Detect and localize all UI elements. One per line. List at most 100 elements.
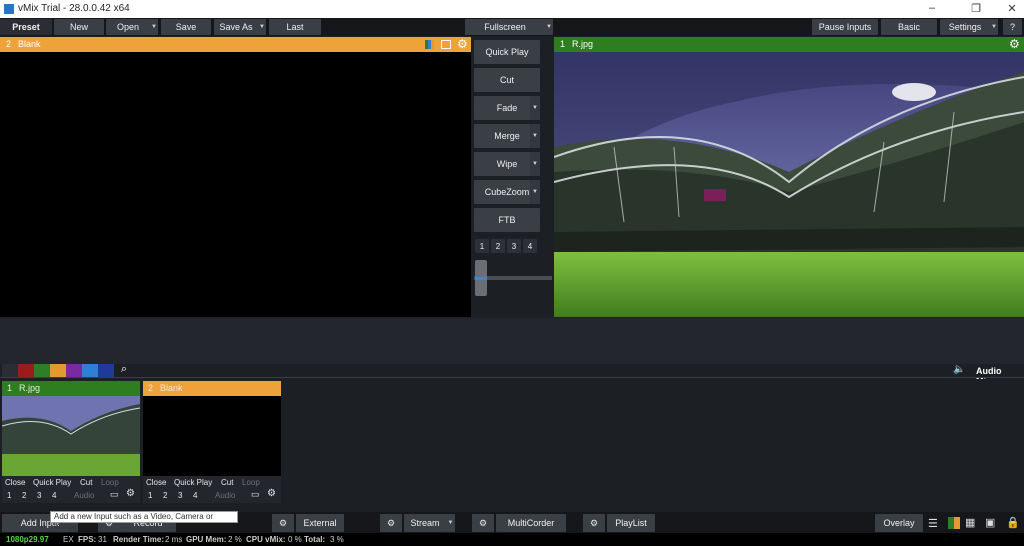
new-button[interactable]: New [54, 19, 104, 35]
cubezoom-dropdown-arrow[interactable]: ▼ [530, 180, 540, 204]
save-as-button[interactable]: Save As [214, 19, 258, 35]
speaker-icon[interactable]: 🔈 [953, 364, 965, 375]
input-2-monitor-icon[interactable]: ▭ [251, 489, 260, 500]
stream-dropdown-arrow[interactable]: ▼ [446, 514, 455, 532]
quick-play-button[interactable]: Quick Play [474, 40, 540, 64]
input-2-cut-button[interactable]: Cut [221, 478, 233, 487]
program-input-name: R.jpg [572, 39, 594, 49]
settings-dropdown-arrow[interactable]: ▼ [990, 19, 998, 35]
preview-input-name: Blank [18, 39, 41, 49]
multiview-layout-icon[interactable]: ▦ [965, 516, 975, 529]
input-1-quick-play-button[interactable]: Quick Play [33, 478, 71, 487]
input-1-overlay-2-button[interactable]: 2 [22, 491, 26, 500]
gpu-mem-value: 2 % [228, 535, 242, 544]
input-card-2[interactable]: 2 Blank Close Quick Play Cut Loop 1 2 3 … [143, 381, 281, 503]
maximize-button[interactable]: ❐ [966, 2, 986, 15]
color-filter-orange[interactable] [50, 364, 66, 377]
input-1-loop-button[interactable]: Loop [101, 478, 119, 487]
render-time-label: Render Time: [113, 535, 164, 544]
cpu-vmix-value: 0 % [288, 535, 302, 544]
snapshot-icon[interactable]: ▣ [985, 516, 995, 529]
menu-list-icon[interactable]: ☰ [928, 517, 938, 530]
color-filter-blue[interactable] [82, 364, 98, 377]
ftb-button[interactable]: FTB [474, 208, 540, 232]
input-1-close-button[interactable]: Close [5, 478, 25, 487]
fade-dropdown-arrow[interactable]: ▼ [530, 96, 540, 120]
stream-settings-gear-icon[interactable]: ⚙ [380, 514, 402, 532]
input-2-thumbnail[interactable] [143, 396, 281, 476]
input-2-settings-gear-icon[interactable]: ⚙ [267, 488, 276, 499]
playlist-settings-gear-icon[interactable]: ⚙ [583, 514, 605, 532]
input-1-name: R.jpg [19, 383, 41, 393]
merge-dropdown-arrow[interactable]: ▼ [530, 124, 540, 148]
help-button[interactable]: ? [1003, 19, 1022, 35]
input-2-quick-play-button[interactable]: Quick Play [174, 478, 212, 487]
input-2-loop-button[interactable]: Loop [242, 478, 260, 487]
preset-button[interactable]: Preset [0, 19, 52, 35]
close-button[interactable]: ✕ [1002, 2, 1022, 15]
input-1-settings-gear-icon[interactable]: ⚙ [126, 488, 135, 499]
color-filter-navy[interactable] [98, 364, 114, 377]
grid-icon[interactable] [441, 40, 451, 49]
transition-4-button[interactable]: 4 [523, 239, 537, 253]
input-1-overlay-4-button[interactable]: 4 [52, 491, 56, 500]
stream-button[interactable]: Stream [404, 514, 446, 532]
minimize-button[interactable]: – [922, 2, 942, 14]
lock-icon[interactable]: 🔒 [1006, 516, 1020, 529]
save-button[interactable]: Save [161, 19, 211, 35]
basic-button[interactable]: Basic [881, 19, 937, 35]
fullscreen-dropdown-arrow[interactable]: ▼ [545, 19, 553, 35]
input-1-thumbnail[interactable] [2, 396, 140, 476]
layers-icon[interactable] [425, 40, 434, 49]
search-icon[interactable]: ⌕ [117, 363, 131, 377]
cut-button[interactable]: Cut [474, 68, 540, 92]
preview-header: 2 Blank ⚙ [0, 37, 471, 52]
transition-2-button[interactable]: 2 [491, 239, 505, 253]
transition-3-button[interactable]: 3 [507, 239, 521, 253]
input-2-overlay-1-button[interactable]: 1 [148, 491, 152, 500]
input-2-header[interactable]: 2 Blank [143, 381, 281, 396]
input-2-overlay-3-button[interactable]: 3 [178, 491, 182, 500]
save-as-dropdown-arrow[interactable]: ▼ [258, 19, 266, 35]
input-1-audio-button[interactable]: Audio [74, 491, 94, 500]
title-bar: vMix Trial - 28.0.0.42 x64 – ❐ ✕ [0, 0, 1024, 18]
settings-button[interactable]: Settings [940, 19, 990, 35]
program-settings-gear-icon[interactable]: ⚙ [1009, 37, 1020, 51]
input-1-overlay-1-button[interactable]: 1 [7, 491, 11, 500]
input-2-overlay-2-button[interactable]: 2 [163, 491, 167, 500]
input-1-monitor-icon[interactable]: ▭ [110, 489, 119, 500]
input-1-number: 1 [7, 383, 13, 393]
multicorder-button[interactable]: MultiCorder [496, 514, 566, 532]
input-2-close-button[interactable]: Close [146, 478, 166, 487]
color-filter-green[interactable] [34, 364, 50, 377]
stadium-image [554, 52, 1024, 317]
input-1-overlay-3-button[interactable]: 3 [37, 491, 41, 500]
preview-settings-gear-icon[interactable]: ⚙ [457, 37, 468, 51]
workspace-gap [0, 318, 1024, 364]
open-dropdown-arrow[interactable]: ▼ [150, 19, 158, 35]
color-filter-purple[interactable] [66, 364, 82, 377]
last-button[interactable]: Last [269, 19, 321, 35]
open-button[interactable]: Open [106, 19, 150, 35]
input-1-cut-button[interactable]: Cut [80, 478, 92, 487]
pause-inputs-button[interactable]: Pause Inputs [812, 19, 878, 35]
playlist-button[interactable]: PlayList [607, 514, 655, 532]
external-button[interactable]: External [296, 514, 344, 532]
input-1-stadium-thumbnail [2, 396, 140, 476]
transition-1-button[interactable]: 1 [475, 239, 489, 253]
color-filter-red[interactable] [18, 364, 34, 377]
color-filter-all[interactable] [2, 364, 18, 377]
overlay-button[interactable]: Overlay [875, 514, 923, 532]
audio-meters-icon[interactable] [948, 517, 960, 529]
input-1-header[interactable]: 1 R.jpg [2, 381, 140, 396]
external-settings-gear-icon[interactable]: ⚙ [272, 514, 294, 532]
fullscreen-button[interactable]: Fullscreen [465, 19, 545, 35]
t-bar-indicator [475, 277, 487, 280]
input-card-1[interactable]: 1 R.jpg Close Quick Play Cut Loop 1 2 3 … [2, 381, 140, 503]
program-input-number: 1 [560, 39, 566, 49]
input-2-overlay-4-button[interactable]: 4 [193, 491, 197, 500]
input-2-audio-button[interactable]: Audio [215, 491, 235, 500]
multicorder-settings-gear-icon[interactable]: ⚙ [472, 514, 494, 532]
total-label: Total: [304, 535, 326, 544]
wipe-dropdown-arrow[interactable]: ▼ [530, 152, 540, 176]
